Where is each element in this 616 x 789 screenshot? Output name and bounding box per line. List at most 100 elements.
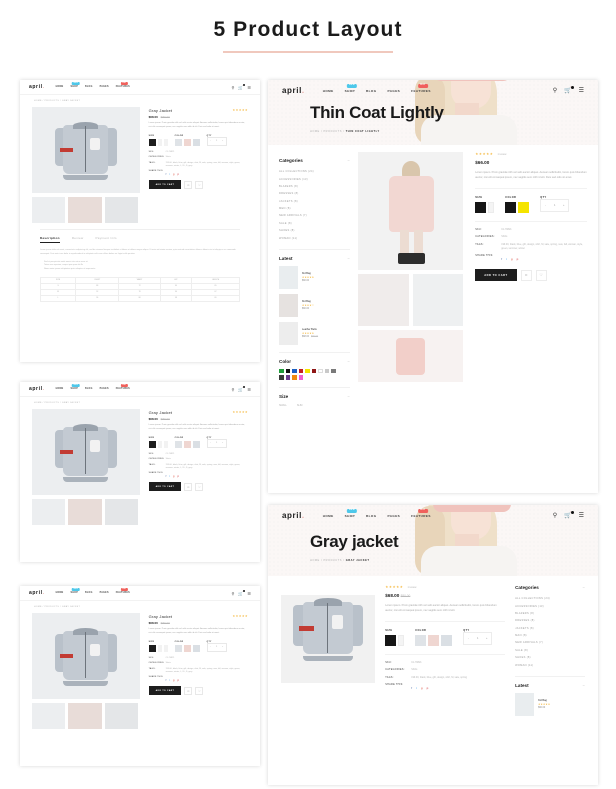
- category-item[interactable]: SALE (8): [515, 647, 585, 654]
- product-main-image[interactable]: [281, 595, 376, 684]
- nav-item-home[interactable]: HOME: [56, 592, 64, 594]
- product-thumbnail[interactable]: [279, 321, 298, 345]
- size-filter-widget[interactable]: Size − SMALL SLIM: [279, 388, 350, 414]
- color-swatch[interactable]: [292, 368, 297, 374]
- menu-icon[interactable]: ☰: [579, 512, 584, 519]
- thumbnail-2[interactable]: [68, 499, 102, 525]
- twitter-icon[interactable]: t: [169, 475, 170, 478]
- product-thumbnail[interactable]: [279, 293, 298, 317]
- thumbnail-1[interactable]: [32, 197, 66, 223]
- brand-logo[interactable]: april.: [29, 590, 45, 596]
- nav-item-blog[interactable]: BLOG: [85, 86, 93, 88]
- color-swatch[interactable]: [279, 375, 284, 380]
- collapse-icon[interactable]: −: [347, 394, 349, 399]
- google-icon[interactable]: g: [173, 475, 174, 478]
- search-icon[interactable]: ⚲: [553, 87, 557, 94]
- product-options[interactable]: SIZE COLOR QTY -1 +: [148, 641, 248, 652]
- tab-payment-info[interactable]: Payment Info: [95, 236, 116, 243]
- tab-list[interactable]: Description Review Payment Info: [40, 229, 240, 243]
- nav-item-features[interactable]: Hot FEATURES: [116, 82, 130, 88]
- share-icon[interactable]: ∞: [184, 180, 193, 189]
- color-swatch[interactable]: [331, 368, 336, 374]
- menu-icon[interactable]: ☰: [579, 87, 584, 94]
- color-selector[interactable]: COLOR: [174, 437, 200, 448]
- product-thumbnail[interactable]: [515, 692, 535, 716]
- qty-value[interactable]: 1: [473, 633, 482, 644]
- brand-logo[interactable]: april.: [29, 84, 45, 90]
- nav-item-blog[interactable]: BLOG: [366, 89, 377, 93]
- size-selector[interactable]: SIZE: [148, 135, 168, 146]
- product-thumbnail[interactable]: [279, 265, 298, 289]
- panel-product-layout-2[interactable]: april. HOME New SHOP BLOG PAGES Hot FEATUR…: [20, 382, 260, 562]
- search-icon[interactable]: ⚲: [231, 591, 234, 596]
- panel-product-layout-1[interactable]: april. HOME New SHOP BLOG PAGES Hot FEATUR…: [20, 80, 260, 362]
- list-item[interactable]: Kid Bag ★★★★☆ $60.00: [279, 293, 350, 317]
- thumbnail-3[interactable]: [104, 197, 139, 223]
- pinterest-icon[interactable]: p: [517, 257, 519, 261]
- twitter-icon[interactable]: t: [506, 257, 507, 261]
- product-options[interactable]: SIZE COLOR QTY -1 +: [148, 135, 248, 146]
- category-item[interactable]: JACKETS (8): [515, 625, 585, 632]
- review-count[interactable]: 1 review: [407, 586, 416, 589]
- collapse-icon[interactable]: −: [347, 158, 349, 163]
- category-item[interactable]: DRESSES (8): [279, 190, 350, 197]
- thumbnail-strip[interactable]: [32, 703, 140, 729]
- qty-selector[interactable]: QTY -1 +: [540, 196, 570, 213]
- cart-actions[interactable]: ADD TO CART ∞ ♡: [148, 482, 248, 492]
- size-selector[interactable]: SIZE: [385, 629, 405, 647]
- thumbnail-3[interactable]: [104, 499, 139, 525]
- qty-selector[interactable]: QTY -1 +: [463, 629, 493, 646]
- color-swatch[interactable]: [285, 368, 290, 374]
- thumbnail-2[interactable]: [68, 703, 102, 729]
- google-icon[interactable]: g: [421, 686, 423, 690]
- category-item[interactable]: ALL COLLECTIONS (24): [279, 168, 350, 175]
- brand-logo[interactable]: april.: [282, 511, 305, 520]
- color-swatch[interactable]: [279, 368, 284, 374]
- twitter-icon[interactable]: t: [169, 173, 170, 176]
- thumbnail-strip[interactable]: [32, 197, 140, 223]
- category-item[interactable]: NEW ARRIVALS (7): [515, 639, 585, 646]
- search-icon[interactable]: ⚲: [553, 512, 557, 519]
- collapse-icon[interactable]: −: [583, 585, 585, 590]
- nav-item-pages[interactable]: PAGES: [388, 89, 401, 93]
- color-swatch[interactable]: [285, 375, 290, 380]
- size-selector[interactable]: SIZE: [475, 196, 495, 214]
- qty-minus[interactable]: -: [541, 200, 550, 211]
- gallery-image-3[interactable]: [357, 330, 464, 382]
- categories-widget[interactable]: Categories − ALL COLLECTIONS (24) ACCESSO…: [515, 585, 585, 677]
- add-to-cart-button[interactable]: ADD TO CART: [475, 269, 517, 282]
- size-selector[interactable]: SIZE: [148, 641, 168, 652]
- qty-plus[interactable]: +: [220, 138, 226, 145]
- color-swatch[interactable]: [298, 375, 303, 380]
- collapse-icon[interactable]: −: [347, 359, 349, 364]
- main-nav[interactable]: HOME New SHOP BLOG PAGES Hot FEATURES: [56, 384, 130, 390]
- review-count[interactable]: 1 review: [497, 153, 506, 156]
- size-selector[interactable]: SIZE: [148, 437, 168, 448]
- wishlist-heart-icon[interactable]: ♡: [195, 180, 204, 189]
- category-item[interactable]: BLAZERS (8): [515, 610, 585, 617]
- product-tabs-section[interactable]: Description Review Payment Info Lorem ip…: [20, 223, 260, 302]
- qty-selector[interactable]: QTY -1 +: [206, 641, 227, 652]
- color-selector[interactable]: COLOR: [415, 629, 453, 647]
- cart-icon[interactable]: 🛒: [238, 385, 246, 392]
- pinterest-icon[interactable]: p: [177, 679, 178, 682]
- latest-widget[interactable]: Latest − Kid Bag ★★★★★ $60.00 Kid Bag ★★★…: [279, 250, 350, 353]
- add-to-cart-button[interactable]: ADD TO CART: [148, 482, 182, 492]
- nav-item-home[interactable]: HOME: [56, 388, 64, 390]
- qty-value[interactable]: 1: [550, 200, 559, 211]
- product-options[interactable]: SIZE COLOR QTY -1 +: [475, 188, 587, 214]
- categories-list[interactable]: ALL COLLECTIONS (24) ACCESSORIES (13) BL…: [515, 595, 585, 669]
- color-selector[interactable]: COLOR: [505, 196, 530, 214]
- nav-item-shop[interactable]: New SHOP: [70, 384, 80, 390]
- nav-item-shop[interactable]: New SHOP: [345, 508, 358, 518]
- filter-sidebar[interactable]: Categories − ALL COLLECTIONS (24) ACCESSO…: [515, 585, 585, 723]
- product-main-image[interactable]: [32, 409, 140, 495]
- product-gallery[interactable]: [32, 409, 140, 525]
- thumbnail-3[interactable]: [104, 703, 139, 729]
- wishlist-heart-icon[interactable]: ♡: [195, 686, 204, 695]
- product-main-image[interactable]: [357, 152, 464, 270]
- nav-item-home[interactable]: HOME: [323, 514, 334, 518]
- main-nav[interactable]: HOME New SHOP BLOG PAGES Hot FEATURES: [56, 82, 130, 88]
- tab-review[interactable]: Review: [72, 236, 84, 243]
- cart-icon[interactable]: 🛒: [564, 510, 575, 519]
